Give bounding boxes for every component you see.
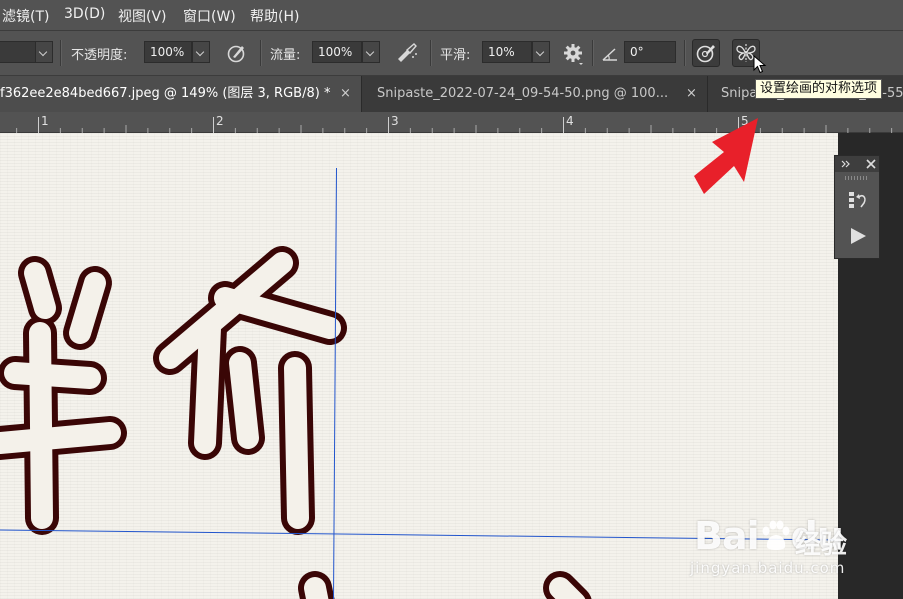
smoothing-field[interactable]: 10% xyxy=(482,41,532,63)
airbrush-icon xyxy=(398,43,417,62)
tab-document-1[interactable]: f362ee2e84bed667.jpeg @ 149% (图层 3, RGB/… xyxy=(0,76,362,112)
mouse-cursor-icon xyxy=(753,55,767,74)
panel-header[interactable] xyxy=(835,156,879,172)
red-arrow-annotation xyxy=(694,118,758,194)
smoothing-label: 平滑: xyxy=(440,48,471,63)
menu-3d[interactable]: 3D(D) xyxy=(64,6,105,22)
tab-title: f362ee2e84bed667.jpeg @ 149% (图层 3, RGB/… xyxy=(0,86,331,101)
flow-dropdown[interactable] xyxy=(362,41,380,63)
gear-icon xyxy=(564,44,583,65)
angle-field[interactable]: 0° xyxy=(624,41,676,63)
menu-view[interactable]: 视图(V) xyxy=(118,6,167,26)
airbrush-button[interactable] xyxy=(393,39,421,67)
separator xyxy=(260,40,261,66)
angle-icon xyxy=(602,48,617,61)
ruler-label: 4 xyxy=(566,114,574,128)
panel-grip[interactable] xyxy=(845,176,869,180)
ruler-label: 2 xyxy=(216,114,224,128)
horizontal-ruler[interactable]: 1 2 3 4 5 xyxy=(0,112,903,133)
menu-filter[interactable]: 滤镜(T) xyxy=(2,6,49,26)
watermark-logo-text: Bai xyxy=(694,514,760,558)
watermark-url: jingyan.baidu.com xyxy=(690,559,846,577)
brush-mode-dropdown[interactable] xyxy=(35,41,53,63)
menu-window[interactable]: 窗口(W) xyxy=(183,6,236,26)
options-bar: 不透明度: 100% 流量: 100% 平滑: 10% 0° xyxy=(0,31,903,76)
play-icon[interactable] xyxy=(848,226,868,246)
tab-close-button[interactable]: × xyxy=(686,76,697,112)
history-icon[interactable] xyxy=(847,189,869,211)
separator xyxy=(430,40,431,66)
symmetry-tooltip: 设置绘画的对称选项 xyxy=(755,79,883,99)
ruler-ticks xyxy=(16,117,893,133)
separator xyxy=(684,40,685,66)
flow-label: 流量: xyxy=(270,48,301,63)
menu-bar: 滤镜(T) 3D(D) 视图(V) 窗口(W) 帮助(H) xyxy=(0,0,903,31)
ruler-label: 3 xyxy=(391,114,399,128)
character-fill xyxy=(0,252,586,599)
tab-close-button[interactable]: × xyxy=(340,76,351,112)
smoothing-options-button[interactable] xyxy=(559,39,587,67)
paw-icon xyxy=(762,520,790,550)
close-icon[interactable] xyxy=(866,159,876,169)
pen-pressure-icon xyxy=(227,45,245,63)
watermark-jingyan: 经验 xyxy=(795,530,848,560)
separator xyxy=(592,40,593,66)
actions-mini-panel[interactable] xyxy=(834,155,880,259)
flow-field[interactable]: 100% xyxy=(312,41,362,63)
pressure-opacity-button[interactable] xyxy=(223,39,251,67)
tab-title: Snipaste_2022-07-24_09-54-50.png @ 100..… xyxy=(377,86,669,101)
brush-mode-field[interactable] xyxy=(0,41,36,63)
menu-help[interactable]: 帮助(H) xyxy=(250,6,299,26)
photoshop-window: 滤镜(T) 3D(D) 视图(V) 窗口(W) 帮助(H) 不透明度: 100%… xyxy=(0,0,903,599)
opacity-dropdown[interactable] xyxy=(192,41,210,63)
smoothing-dropdown[interactable] xyxy=(532,41,550,63)
separator xyxy=(60,40,61,66)
ruler-label: 1 xyxy=(41,114,49,128)
tab-document-2[interactable]: Snipaste_2022-07-24_09-54-50.png @ 100..… xyxy=(362,76,708,112)
pen-pressure-size-icon xyxy=(696,45,715,63)
expand-icon[interactable] xyxy=(841,160,851,168)
opacity-field[interactable]: 100% xyxy=(144,41,192,63)
opacity-label: 不透明度: xyxy=(71,48,128,63)
pressure-size-button[interactable] xyxy=(692,39,720,67)
